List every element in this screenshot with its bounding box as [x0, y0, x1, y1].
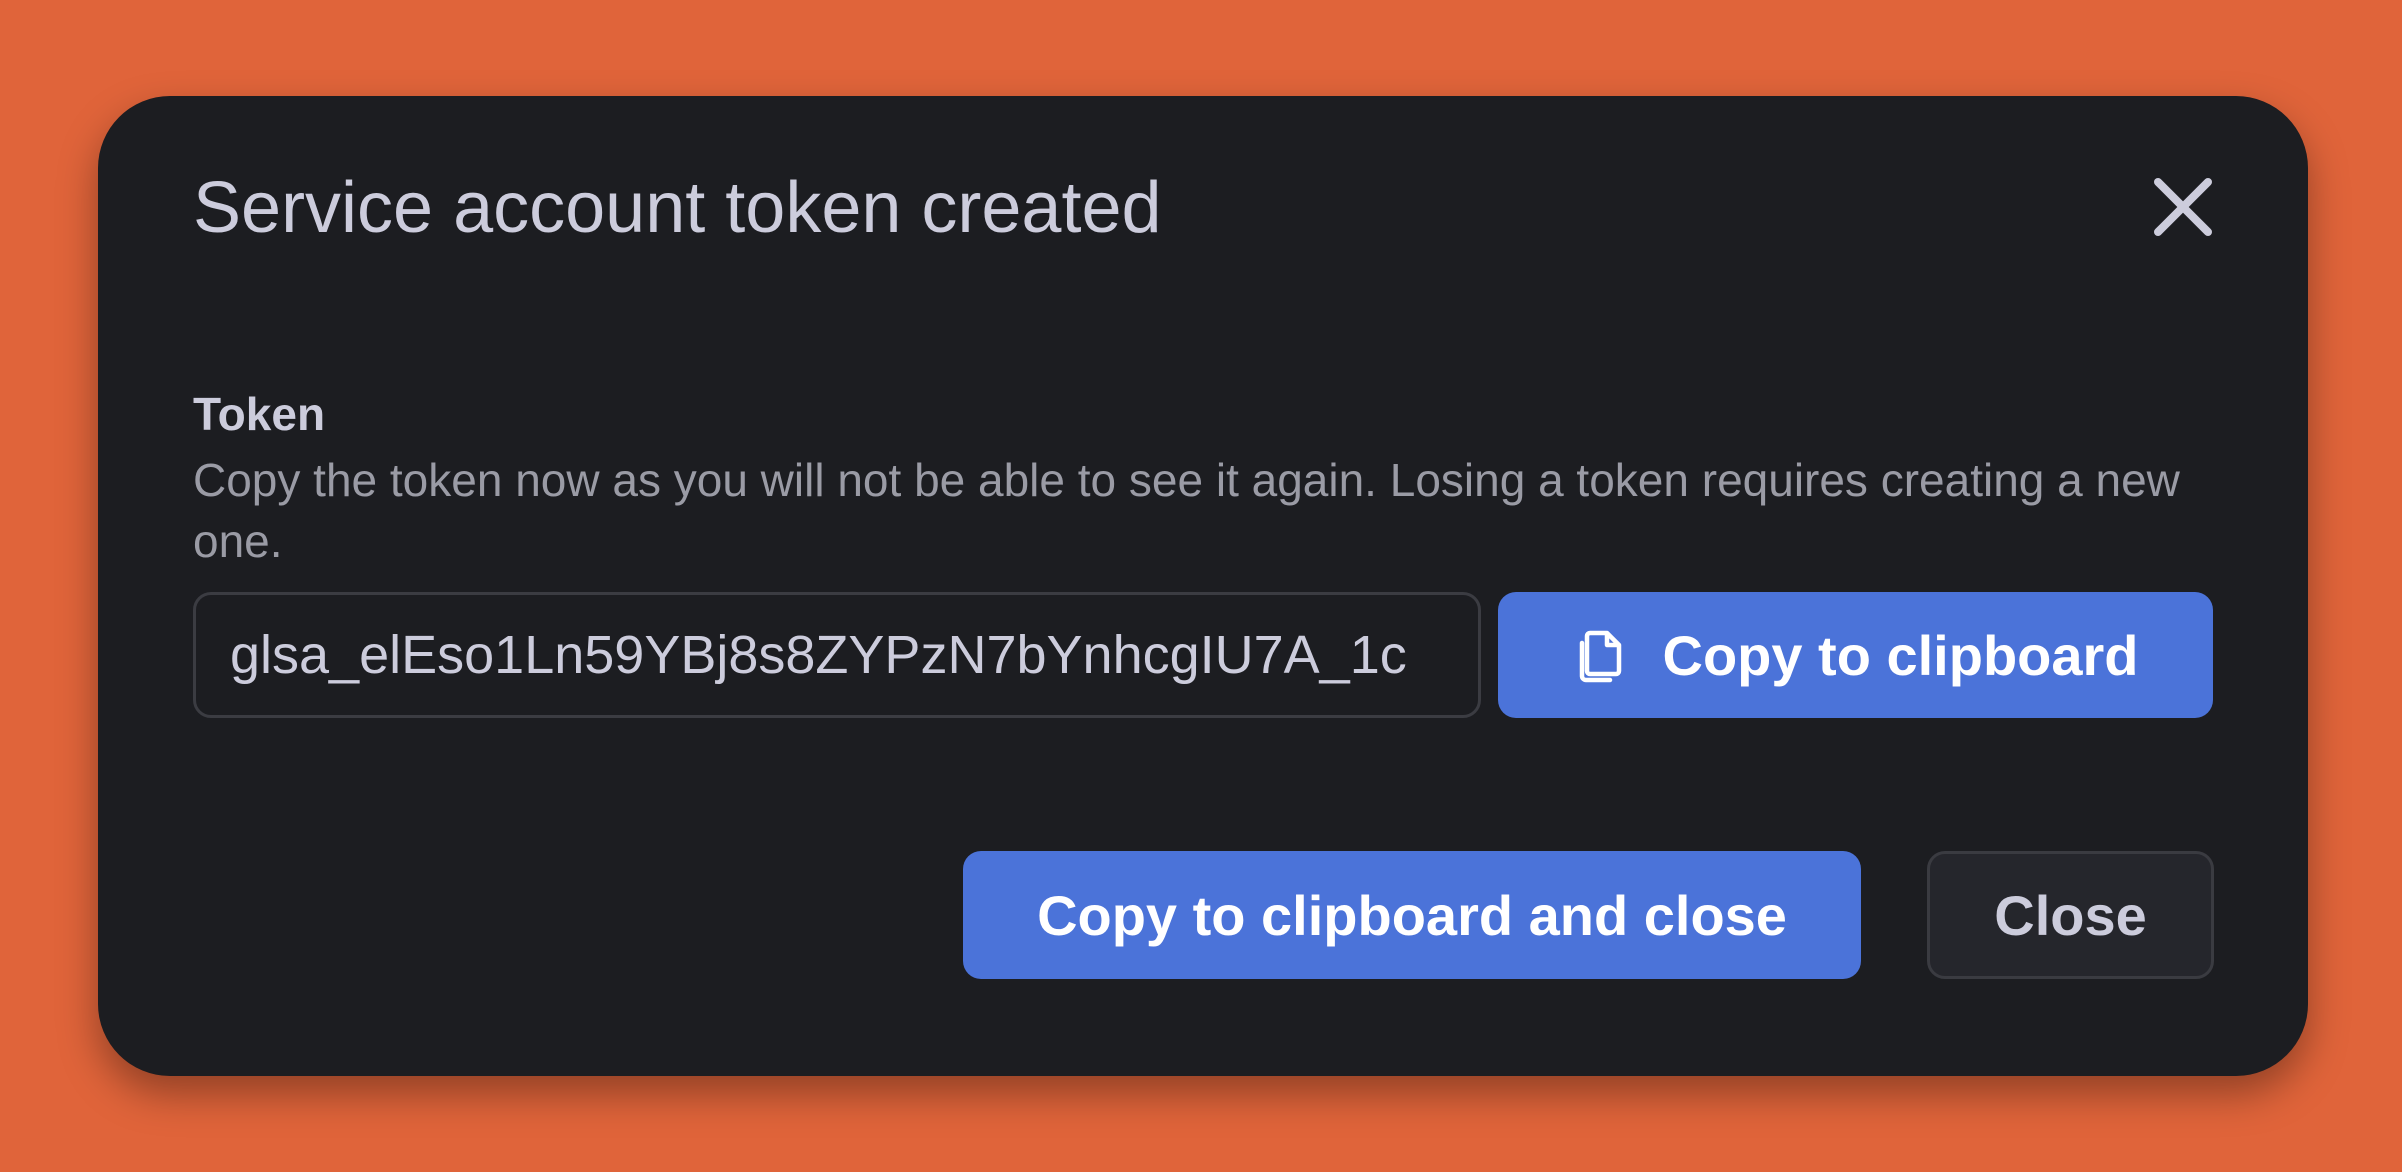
modal-title: Service account token created — [193, 168, 1162, 248]
token-created-modal: Service account token created Token Copy… — [98, 96, 2308, 1076]
token-description: Copy the token now as you will not be ab… — [193, 454, 2180, 567]
token-label: Token — [193, 388, 326, 440]
close-button[interactable]: Close — [1927, 851, 2214, 979]
copy-and-close-button[interactable]: Copy to clipboard and close — [963, 851, 1861, 979]
token-input[interactable] — [193, 592, 1481, 718]
close-icon[interactable] — [2148, 172, 2218, 242]
copy-and-close-label: Copy to clipboard and close — [1037, 883, 1787, 947]
copy-icon — [1573, 627, 1629, 683]
copy-to-clipboard-button[interactable]: Copy to clipboard — [1498, 592, 2213, 718]
close-button-label: Close — [1994, 883, 2147, 947]
copy-button-label: Copy to clipboard — [1662, 623, 2139, 687]
